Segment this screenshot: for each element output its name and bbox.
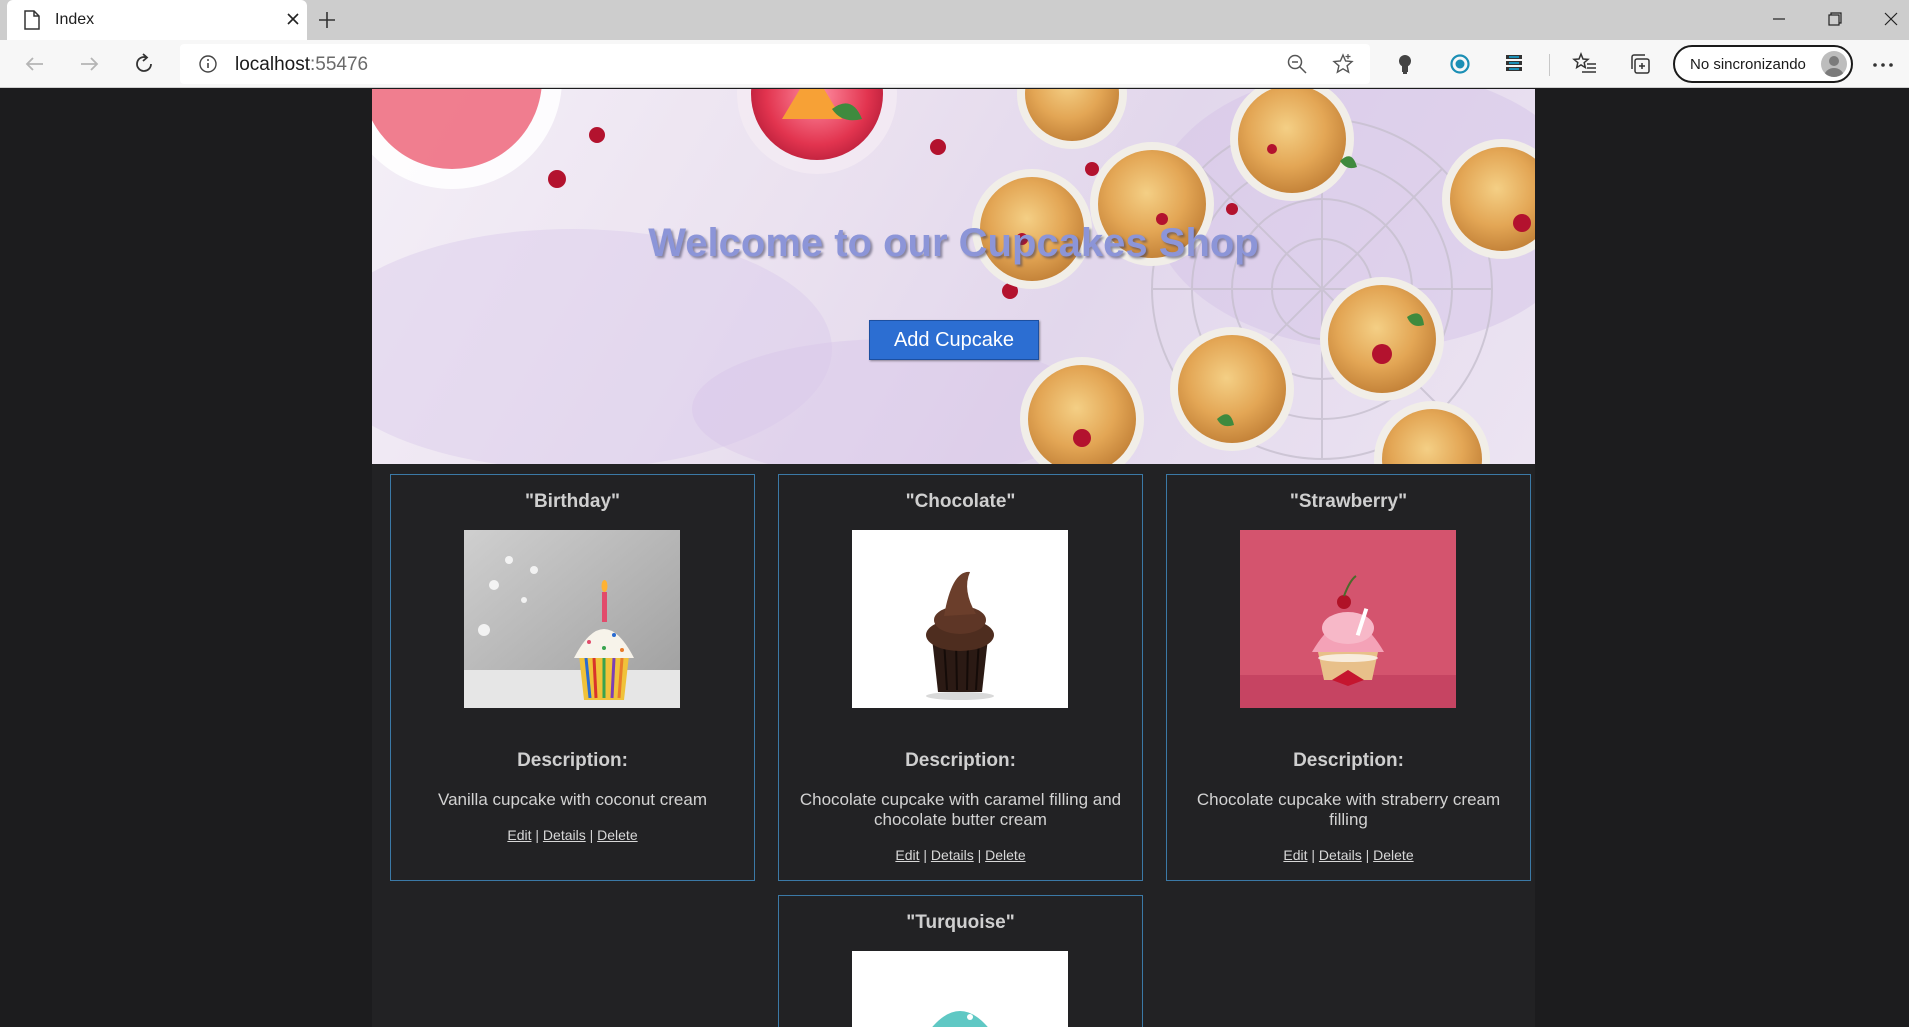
main-container: Welcome to our Cupcakes Shop Add Cupcake… [372,89,1535,1027]
close-icon [1884,12,1898,26]
new-tab-icon[interactable] [316,9,338,31]
cupcake-card: "Turquoise" [778,895,1143,1027]
separator: | [589,827,594,843]
url-host: localhost [235,54,310,75]
document-icon [24,10,40,30]
star-icon[interactable] [1332,53,1354,75]
zoom-out-icon[interactable] [1286,53,1308,75]
hero-background-image [372,89,1535,464]
info-icon[interactable] [198,54,218,74]
page-background: Welcome to our Cupcakes Shop Add Cupcake… [0,89,1909,1027]
restore-icon [1828,12,1842,26]
edit-link[interactable]: Edit [507,827,531,843]
restore-button[interactable] [1806,0,1864,38]
cupcake-image [852,951,1068,1027]
lightbulb-icon[interactable] [1392,51,1418,77]
add-cupcake-button[interactable]: Add Cupcake [869,320,1039,360]
back-arrow-icon[interactable] [22,51,48,77]
close-tab-icon[interactable] [284,10,302,28]
details-link[interactable]: Details [931,847,974,863]
cupcake-image [1240,530,1456,708]
cupcake-card: "Birthday" Description: Vanilla cupcake … [390,474,755,881]
card-actions: Edit | Details | Delete [779,847,1142,863]
edit-link[interactable]: Edit [895,847,919,863]
delete-link[interactable]: Delete [597,827,637,843]
cupcake-description: Vanilla cupcake with coconut cream [438,790,707,809]
card-actions: Edit | Details | Delete [391,827,754,843]
separator: | [1311,847,1316,863]
page-title: Welcome to our Cupcakes Shop [648,221,1259,265]
profile-button[interactable]: No sincronizando [1673,45,1853,83]
profile-status: No sincronizando [1690,56,1806,73]
card-actions: Edit | Details | Delete [1167,847,1530,863]
toolbar-divider [1549,54,1550,76]
refresh-icon[interactable] [131,51,157,77]
separator: | [535,827,540,843]
cupcake-card: "Chocolate" Description: Chocolate cupca… [778,474,1143,881]
forward-arrow-icon[interactable] [76,51,102,77]
url-port: :55476 [310,54,369,75]
cupcake-name: "Chocolate" [905,491,1016,512]
browser-toolbar: localhost:55476 No sincronizando [0,40,1909,88]
browser-tab[interactable]: Index [7,0,307,40]
close-window-button[interactable] [1862,0,1909,38]
stack-extension-icon[interactable] [1501,51,1527,77]
separator: | [923,847,928,863]
circle-extension-icon[interactable] [1447,51,1473,77]
more-icon[interactable] [1872,62,1894,68]
details-link[interactable]: Details [1319,847,1362,863]
tab-title: Index [55,11,95,28]
cupcake-card: "Strawberry" Description: Chocolate cupc… [1166,474,1531,881]
cupcake-name: "Turquoise" [906,912,1015,933]
minimize-button[interactable] [1750,0,1808,38]
cupcake-name: "Strawberry" [1289,491,1408,512]
cupcake-image [852,530,1068,708]
cupcake-name: "Birthday" [524,491,621,512]
minimize-icon [1773,18,1785,20]
collections-icon[interactable] [1627,51,1653,77]
details-link[interactable]: Details [543,827,586,843]
favorites-icon[interactable] [1572,51,1598,77]
hero-banner: Welcome to our Cupcakes Shop Add Cupcake [372,89,1535,464]
description-heading: Description: [1293,750,1404,771]
cupcake-image [464,530,680,708]
url-text: localhost:55476 [235,54,368,76]
address-bar[interactable]: localhost:55476 [180,44,1370,84]
delete-link[interactable]: Delete [985,847,1025,863]
avatar-icon [1821,51,1847,77]
cupcake-description: Chocolate cupcake with straberry cream f… [1196,790,1501,829]
separator: | [977,847,982,863]
cupcake-description: Chocolate cupcake with caramel filling a… [799,790,1122,829]
edit-link[interactable]: Edit [1283,847,1307,863]
description-heading: Description: [905,750,1016,771]
separator: | [1365,847,1370,863]
description-heading: Description: [517,750,628,771]
delete-link[interactable]: Delete [1373,847,1413,863]
browser-tab-strip: Index [0,0,1909,40]
